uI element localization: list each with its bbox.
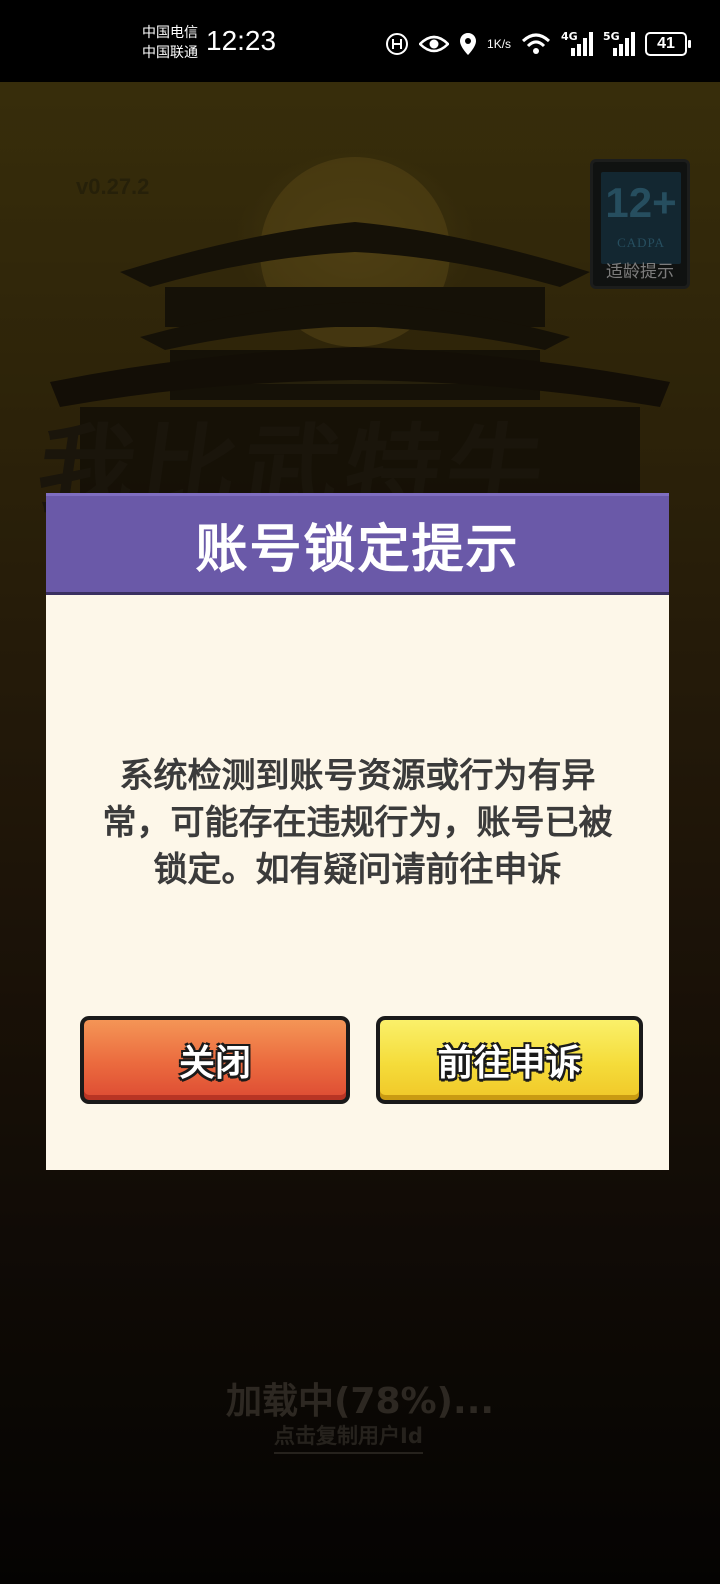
signal-icon-1: 4G	[561, 30, 594, 56]
signal-1-label: 4G	[561, 30, 578, 43]
account-locked-dialog: 账号锁定提示 系统检测到账号资源或行为有异常，可能存在违规行为，账号已被锁定。如…	[46, 493, 669, 1170]
close-button[interactable]: 关闭	[80, 1016, 350, 1104]
dialog-message: 系统检测到账号资源或行为有异常，可能存在违规行为，账号已被锁定。如有疑问请前往申…	[102, 756, 613, 890]
carrier-1: 中国电信	[142, 25, 198, 41]
appeal-button[interactable]: 前往申诉	[376, 1016, 643, 1104]
close-button-label: 关闭	[178, 1043, 251, 1084]
status-icons: 1 K/s 4G 5G 41	[385, 28, 692, 60]
appeal-button-label: 前往申诉	[437, 1043, 582, 1084]
eye-icon	[419, 34, 449, 54]
location-icon	[459, 32, 477, 56]
network-speed-unit: K/s	[493, 36, 512, 51]
dialog-header: 账号锁定提示	[46, 493, 669, 595]
carrier-info: 中国电信 中国联通	[142, 23, 198, 63]
hd-call-icon	[385, 32, 409, 56]
network-speed-value: 1	[487, 36, 494, 51]
wifi-icon	[521, 32, 551, 56]
signal-icon-2: 5G	[603, 30, 636, 56]
dialog-title: 账号锁定提示	[195, 519, 520, 580]
signal-2-label: 5G	[603, 30, 620, 43]
battery-level: 41	[657, 35, 675, 52]
network-speed: 1 K/s	[487, 36, 512, 51]
carrier-2: 中国联通	[142, 45, 198, 61]
status-time: 12:23	[206, 25, 277, 56]
status-bar: 中国电信 中国联通 12:23 1 K/s 4G 5G 41	[0, 0, 720, 82]
battery-icon: 41	[645, 32, 692, 56]
